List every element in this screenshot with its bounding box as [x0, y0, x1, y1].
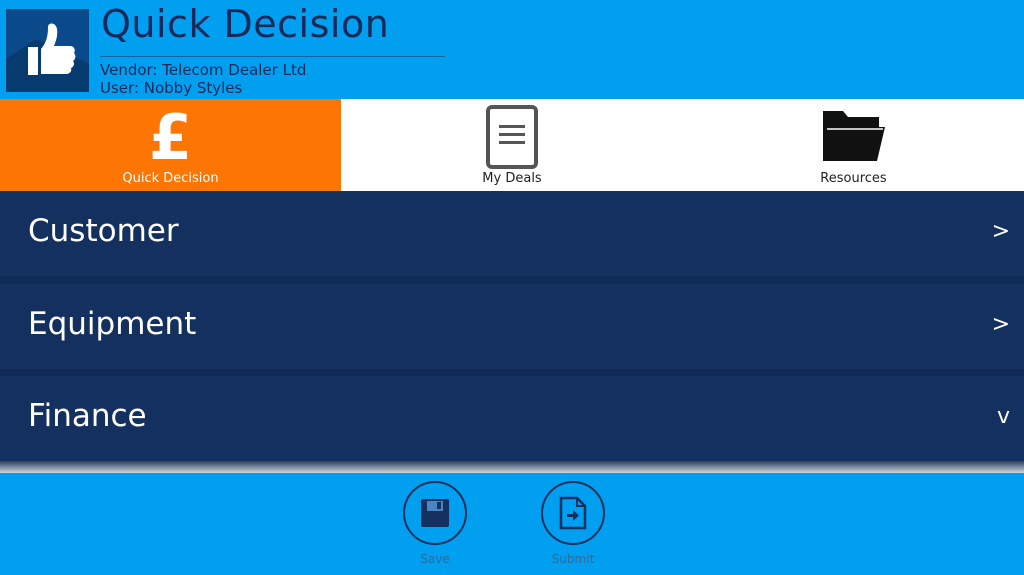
section-label: Finance — [28, 398, 147, 434]
chevron-right-icon: > — [991, 312, 1010, 337]
tab-bar: £ Quick Decision My Deals Resources — [0, 99, 1024, 191]
chevron-down-icon: v — [996, 404, 1010, 429]
thumbs-up-icon — [6, 9, 89, 92]
user-label: User: Nobby Styles — [100, 79, 243, 97]
tab-label: My Deals — [482, 171, 542, 186]
vendor-label: Vendor: Telecom Dealer Ltd — [100, 61, 307, 79]
title-divider — [100, 56, 445, 57]
section-label: Customer — [28, 213, 179, 249]
app-title: Quick Decision — [101, 2, 390, 46]
section-customer[interactable]: Customer > — [0, 191, 1024, 276]
content-shadow — [0, 461, 1024, 473]
section-divider — [0, 276, 1024, 284]
folder-icon — [821, 105, 887, 169]
submit-label: Submit — [551, 552, 595, 566]
tab-label: Resources — [820, 171, 887, 186]
document-icon — [485, 105, 539, 173]
tab-resources[interactable]: Resources — [683, 99, 1024, 191]
submit-document-icon — [559, 496, 587, 530]
section-finance[interactable]: Finance v — [0, 376, 1024, 461]
save-label: Save — [420, 552, 450, 566]
submit-button[interactable] — [541, 481, 605, 545]
save-button[interactable] — [403, 481, 467, 545]
tab-label: Quick Decision — [122, 171, 219, 186]
tab-quick-decision[interactable]: £ Quick Decision — [0, 99, 341, 191]
floppy-disk-icon — [421, 499, 449, 527]
section-label: Equipment — [28, 306, 197, 342]
pound-icon: £ — [148, 101, 193, 174]
tab-my-deals[interactable]: My Deals — [341, 99, 683, 191]
section-equipment[interactable]: Equipment > — [0, 284, 1024, 369]
app-header: Quick Decision Vendor: Telecom Dealer Lt… — [0, 0, 1024, 99]
footer-toolbar: Save Submit — [0, 473, 1024, 575]
chevron-right-icon: > — [991, 219, 1010, 244]
